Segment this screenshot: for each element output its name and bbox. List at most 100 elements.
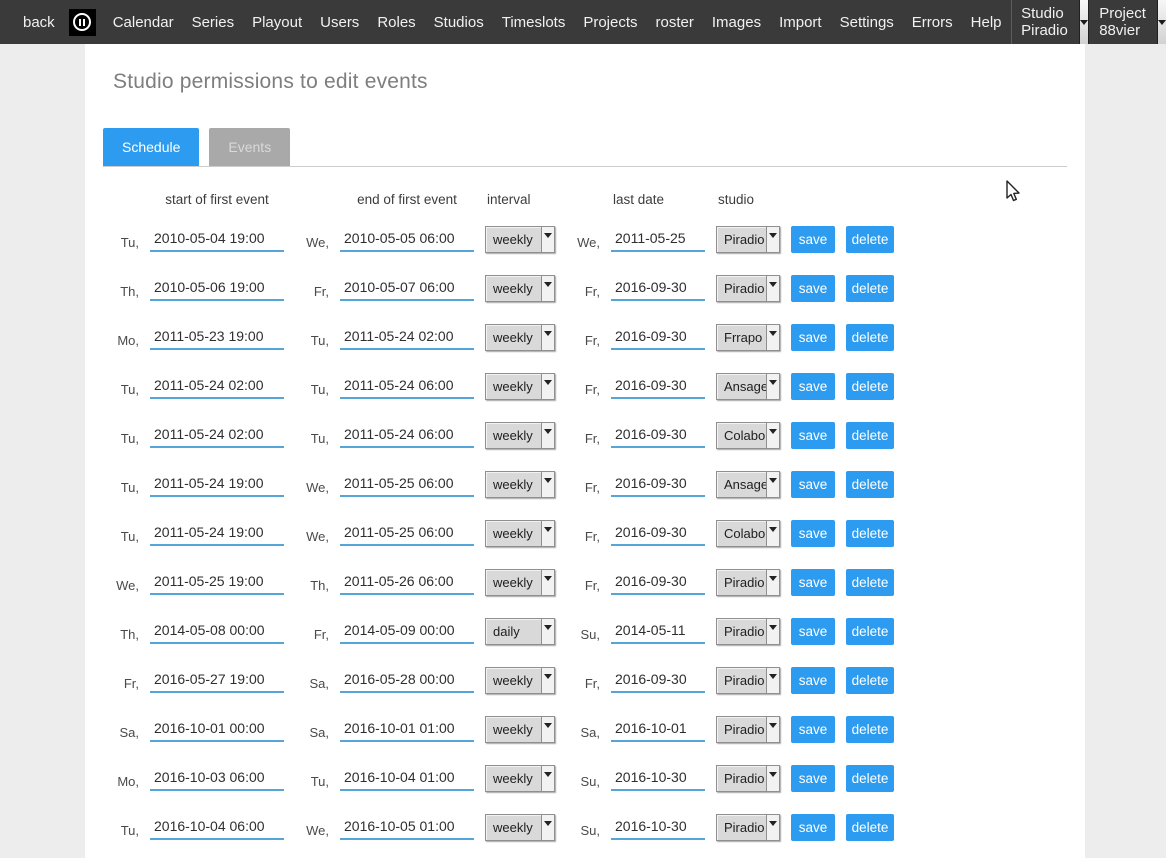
delete-button[interactable]: delete — [846, 520, 894, 547]
save-button[interactable]: save — [791, 618, 835, 645]
interval-select[interactable]: weekly — [485, 569, 555, 596]
start-datetime-input[interactable] — [150, 816, 284, 840]
interval-select[interactable]: weekly — [485, 667, 555, 694]
studio-select[interactable]: Colabo — [716, 422, 780, 449]
nav-item-studios[interactable]: Studios — [425, 0, 493, 44]
chevron-down-icon[interactable] — [541, 766, 554, 791]
nav-item-roster[interactable]: roster — [647, 0, 703, 44]
delete-button[interactable]: delete — [846, 765, 894, 792]
studio-select[interactable]: Colabo — [716, 520, 780, 547]
chevron-down-icon[interactable] — [766, 668, 779, 693]
interval-select[interactable]: weekly — [485, 324, 555, 351]
last-date-input[interactable] — [611, 571, 705, 595]
tab-schedule[interactable]: Schedule — [103, 128, 199, 166]
save-button[interactable]: save — [791, 275, 835, 302]
chevron-down-icon[interactable] — [766, 227, 779, 252]
nav-item-timeslots[interactable]: Timeslots — [493, 0, 575, 44]
interval-select[interactable]: weekly — [485, 814, 555, 841]
delete-button[interactable]: delete — [846, 275, 894, 302]
chevron-down-icon[interactable] — [766, 815, 779, 840]
save-button[interactable]: save — [791, 716, 835, 743]
studio-select[interactable]: Piradio — [716, 765, 780, 792]
last-date-input[interactable] — [611, 522, 705, 546]
chevron-down-icon[interactable] — [766, 472, 779, 497]
delete-button[interactable]: delete — [846, 324, 894, 351]
end-datetime-input[interactable] — [340, 473, 474, 497]
chevron-down-icon[interactable] — [766, 276, 779, 301]
save-button[interactable]: save — [791, 324, 835, 351]
nav-item-import[interactable]: Import — [770, 0, 831, 44]
end-datetime-input[interactable] — [340, 424, 474, 448]
start-datetime-input[interactable] — [150, 228, 284, 252]
chevron-down-icon[interactable] — [766, 570, 779, 595]
delete-button[interactable]: delete — [846, 373, 894, 400]
nav-item-users[interactable]: Users — [311, 0, 368, 44]
end-datetime-input[interactable] — [340, 571, 474, 595]
start-datetime-input[interactable] — [150, 277, 284, 301]
chevron-down-icon[interactable] — [541, 668, 554, 693]
delete-button[interactable]: delete — [846, 471, 894, 498]
studio-select[interactable]: Piradio — [716, 618, 780, 645]
interval-select[interactable]: weekly — [485, 373, 555, 400]
chevron-down-icon[interactable] — [1079, 0, 1089, 44]
chevron-down-icon[interactable] — [766, 374, 779, 399]
chevron-down-icon[interactable] — [766, 717, 779, 742]
start-datetime-input[interactable] — [150, 669, 284, 693]
save-button[interactable]: save — [791, 422, 835, 449]
tab-events[interactable]: Events — [209, 128, 290, 166]
delete-button[interactable]: delete — [846, 814, 894, 841]
start-datetime-input[interactable] — [150, 326, 284, 350]
interval-select[interactable]: weekly — [485, 422, 555, 449]
start-datetime-input[interactable] — [150, 522, 284, 546]
interval-select[interactable]: weekly — [485, 765, 555, 792]
save-button[interactable]: save — [791, 569, 835, 596]
last-date-input[interactable] — [611, 228, 705, 252]
app-logo-pause-icon[interactable] — [69, 9, 96, 36]
delete-button[interactable]: delete — [846, 667, 894, 694]
studio-select[interactable]: Frrapo — [716, 324, 780, 351]
studio-select[interactable]: Ansage — [716, 373, 780, 400]
chevron-down-icon[interactable] — [541, 276, 554, 301]
nav-item-calendar[interactable]: Calendar — [104, 0, 183, 44]
project-select[interactable]: Project 88vier — [1089, 0, 1166, 44]
save-button[interactable]: save — [791, 667, 835, 694]
save-button[interactable]: save — [791, 471, 835, 498]
interval-select[interactable]: weekly — [485, 716, 555, 743]
studio-select[interactable]: Piradio — [716, 814, 780, 841]
interval-select[interactable]: weekly — [485, 520, 555, 547]
end-datetime-input[interactable] — [340, 228, 474, 252]
last-date-input[interactable] — [611, 620, 705, 644]
save-button[interactable]: save — [791, 520, 835, 547]
interval-select[interactable]: weekly — [485, 226, 555, 253]
studio-select[interactable]: Piradio — [716, 569, 780, 596]
chevron-down-icon[interactable] — [541, 472, 554, 497]
chevron-down-icon[interactable] — [541, 717, 554, 742]
interval-select[interactable]: weekly — [485, 275, 555, 302]
nav-item-roles[interactable]: Roles — [368, 0, 424, 44]
start-datetime-input[interactable] — [150, 767, 284, 791]
chevron-down-icon[interactable] — [541, 619, 554, 644]
nav-item-projects[interactable]: Projects — [574, 0, 646, 44]
start-datetime-input[interactable] — [150, 571, 284, 595]
chevron-down-icon[interactable] — [541, 374, 554, 399]
last-date-input[interactable] — [611, 669, 705, 693]
last-date-input[interactable] — [611, 326, 705, 350]
chevron-down-icon[interactable] — [766, 521, 779, 546]
nav-item-errors[interactable]: Errors — [903, 0, 962, 44]
delete-button[interactable]: delete — [846, 569, 894, 596]
delete-button[interactable]: delete — [846, 422, 894, 449]
chevron-down-icon[interactable] — [541, 227, 554, 252]
start-datetime-input[interactable] — [150, 424, 284, 448]
chevron-down-icon[interactable] — [1157, 0, 1166, 44]
end-datetime-input[interactable] — [340, 816, 474, 840]
interval-select[interactable]: weekly — [485, 471, 555, 498]
start-datetime-input[interactable] — [150, 620, 284, 644]
end-datetime-input[interactable] — [340, 718, 474, 742]
last-date-input[interactable] — [611, 816, 705, 840]
chevron-down-icon[interactable] — [541, 570, 554, 595]
end-datetime-input[interactable] — [340, 767, 474, 791]
studio-select[interactable]: Piradio — [716, 716, 780, 743]
last-date-input[interactable] — [611, 718, 705, 742]
last-date-input[interactable] — [611, 767, 705, 791]
end-datetime-input[interactable] — [340, 326, 474, 350]
